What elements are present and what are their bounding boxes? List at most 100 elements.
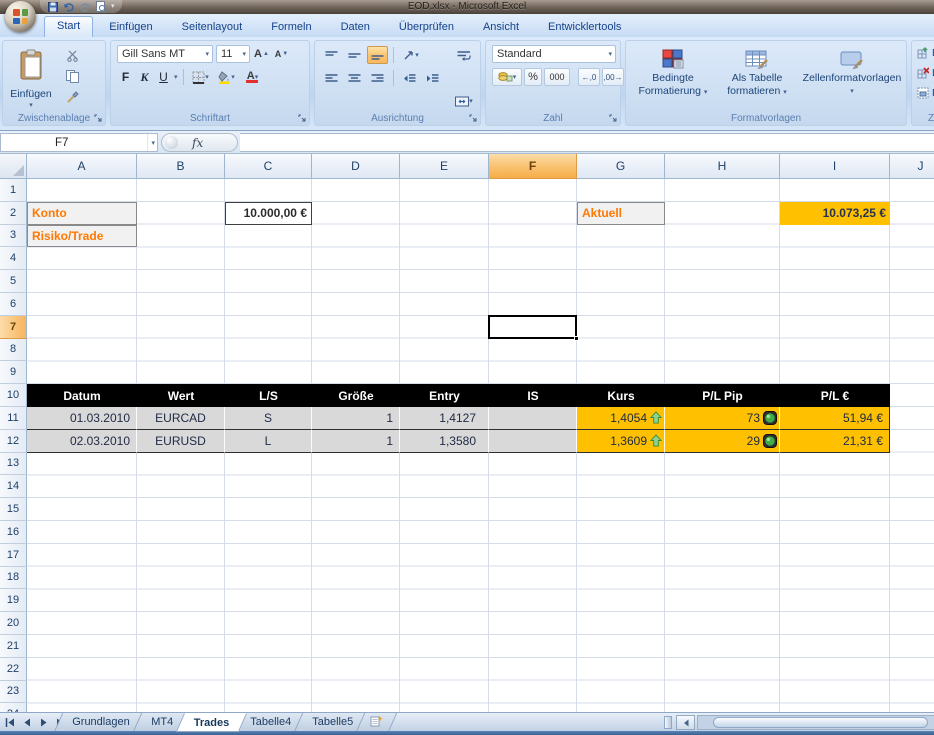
insert-function-button[interactable]: fx bbox=[161, 133, 238, 152]
merge-center-button[interactable]: ▾ bbox=[451, 92, 477, 110]
tab-split-handle[interactable] bbox=[664, 716, 672, 729]
cell-G11[interactable]: 1,4054 bbox=[577, 407, 665, 430]
underline-dropdown-icon[interactable]: ▾ bbox=[174, 74, 178, 81]
name-box[interactable]: F7 ▾ bbox=[0, 133, 158, 152]
align-center-button[interactable] bbox=[344, 69, 365, 87]
grow-font-button[interactable]: A▲ bbox=[253, 45, 270, 63]
cut-icon[interactable] bbox=[61, 48, 83, 63]
cell-G12[interactable]: 1,3609 bbox=[577, 430, 665, 453]
row-header-3[interactable]: 3 bbox=[0, 225, 27, 248]
insert-cells-button[interactable]: Ei bbox=[917, 47, 934, 59]
cell-G10[interactable]: Kurs bbox=[577, 384, 665, 407]
selected-cell-outline[interactable] bbox=[488, 315, 577, 339]
borders-button[interactable]: ▾ bbox=[189, 68, 213, 86]
cell-C10[interactable]: L/S bbox=[225, 384, 312, 407]
cell-I2[interactable]: 10.073,25 € bbox=[780, 202, 890, 225]
alignment-dialog-launcher-icon[interactable] bbox=[468, 113, 478, 123]
cell-I12[interactable]: 21,31 € bbox=[780, 430, 890, 453]
row-header-8[interactable]: 8 bbox=[0, 339, 27, 362]
format-as-table-button[interactable]: Als Tabelle formatieren ▾ bbox=[718, 45, 796, 113]
row-header-5[interactable]: 5 bbox=[0, 270, 27, 293]
sheet-tab-trades[interactable]: Trades bbox=[175, 713, 247, 732]
horizontal-scrollbar-thumb[interactable] bbox=[713, 717, 928, 728]
ribbon-tab-ansicht[interactable]: Ansicht bbox=[470, 17, 532, 37]
row-header-19[interactable]: 19 bbox=[0, 589, 27, 612]
row-header-2[interactable]: 2 bbox=[0, 202, 27, 225]
cell-D12[interactable]: 1 bbox=[312, 430, 400, 453]
column-header-F[interactable]: F bbox=[489, 154, 577, 179]
font-dialog-launcher-icon[interactable] bbox=[297, 113, 307, 123]
ribbon-tab-formeln[interactable]: Formeln bbox=[258, 17, 324, 37]
column-header-J[interactable]: J bbox=[890, 154, 934, 179]
save-icon[interactable] bbox=[47, 1, 58, 12]
column-header-H[interactable]: H bbox=[665, 154, 780, 179]
cell-A10[interactable]: Datum bbox=[27, 384, 137, 407]
row-header-20[interactable]: 20 bbox=[0, 612, 27, 635]
ribbon-tab-seitenlayout[interactable]: Seitenlayout bbox=[169, 17, 256, 37]
font-size-select[interactable]: 11 ▾ bbox=[216, 45, 250, 63]
column-header-I[interactable]: I bbox=[780, 154, 890, 179]
accounting-format-button[interactable]: ▾ bbox=[492, 68, 522, 86]
formula-input[interactable] bbox=[240, 133, 934, 152]
column-header-D[interactable]: D bbox=[312, 154, 400, 179]
cell-F11[interactable] bbox=[489, 407, 577, 430]
column-header-E[interactable]: E bbox=[400, 154, 489, 179]
row-header-11[interactable]: 11 bbox=[0, 407, 27, 430]
orientation-button[interactable]: ▾ bbox=[399, 46, 423, 64]
cell-E11[interactable]: 1,4127 bbox=[400, 407, 489, 430]
office-button[interactable] bbox=[5, 1, 36, 32]
cell-E10[interactable]: Entry bbox=[400, 384, 489, 407]
format-painter-icon[interactable] bbox=[61, 90, 83, 105]
delete-cells-button[interactable]: Lö bbox=[917, 67, 934, 79]
wrap-text-button[interactable] bbox=[451, 46, 477, 64]
column-header-G[interactable]: G bbox=[577, 154, 665, 179]
cell-F10[interactable]: IS bbox=[489, 384, 577, 407]
name-box-dropdown-icon[interactable]: ▾ bbox=[147, 134, 155, 151]
cell-C11[interactable]: S bbox=[225, 407, 312, 430]
ribbon-tab-start[interactable]: Start bbox=[44, 16, 93, 37]
cell-F12[interactable] bbox=[489, 430, 577, 453]
row-header-9[interactable]: 9 bbox=[0, 361, 27, 384]
row-header-17[interactable]: 17 bbox=[0, 544, 27, 567]
cell-H11[interactable]: 73 bbox=[665, 407, 780, 430]
cell-A2[interactable]: Konto bbox=[27, 202, 137, 225]
redo-icon[interactable] bbox=[79, 1, 90, 12]
cells-area[interactable]: Konto10.000,00 €Aktuell10.073,25 €Risiko… bbox=[27, 179, 934, 712]
cell-C2[interactable]: 10.000,00 € bbox=[225, 202, 312, 225]
paste-button[interactable]: Einfügen ▾ bbox=[8, 44, 54, 112]
select-all-corner[interactable] bbox=[0, 154, 27, 179]
align-bottom-button[interactable] bbox=[367, 46, 388, 64]
align-right-button[interactable] bbox=[367, 69, 388, 87]
row-header-13[interactable]: 13 bbox=[0, 453, 27, 476]
column-header-B[interactable]: B bbox=[137, 154, 225, 179]
font-name-select[interactable]: Gill Sans MT ▾ bbox=[117, 45, 213, 63]
bold-button[interactable]: F bbox=[117, 68, 134, 86]
increase-indent-button[interactable] bbox=[422, 69, 443, 87]
next-sheet-icon[interactable] bbox=[37, 715, 51, 729]
format-cells-button[interactable]: F bbox=[917, 87, 934, 99]
cell-A11[interactable]: 01.03.2010 bbox=[27, 407, 137, 430]
font-color-button[interactable]: A ▾ bbox=[241, 68, 265, 86]
prev-sheet-icon[interactable] bbox=[20, 715, 34, 729]
cell-H12[interactable]: 29 bbox=[665, 430, 780, 453]
clipboard-dialog-launcher-icon[interactable] bbox=[93, 113, 103, 123]
column-header-A[interactable]: A bbox=[27, 154, 137, 179]
cell-A3[interactable]: Risiko/Trade bbox=[27, 225, 137, 248]
qat-customize-dropdown-icon[interactable]: ▾ bbox=[111, 3, 115, 10]
percent-style-button[interactable]: % bbox=[524, 68, 542, 86]
cell-C12[interactable]: L bbox=[225, 430, 312, 453]
row-header-10[interactable]: 10 bbox=[0, 384, 27, 407]
decrease-decimal-button[interactable]: ,00→ bbox=[602, 68, 624, 86]
row-header-1[interactable]: 1 bbox=[0, 179, 27, 202]
row-header-4[interactable]: 4 bbox=[0, 247, 27, 270]
shrink-font-button[interactable]: A▼ bbox=[273, 45, 290, 63]
fill-color-button[interactable]: ▾ bbox=[215, 68, 239, 86]
align-middle-button[interactable] bbox=[344, 46, 365, 64]
italic-button[interactable]: K bbox=[136, 68, 153, 86]
fill-handle[interactable] bbox=[574, 336, 579, 341]
conditional-formatting-button[interactable]: Bedingte Formatierung ▾ bbox=[630, 45, 716, 113]
first-sheet-icon[interactable] bbox=[3, 715, 17, 729]
comma-style-button[interactable]: 000 bbox=[544, 68, 570, 86]
row-header-15[interactable]: 15 bbox=[0, 498, 27, 521]
hscroll-left-icon[interactable] bbox=[676, 715, 695, 730]
